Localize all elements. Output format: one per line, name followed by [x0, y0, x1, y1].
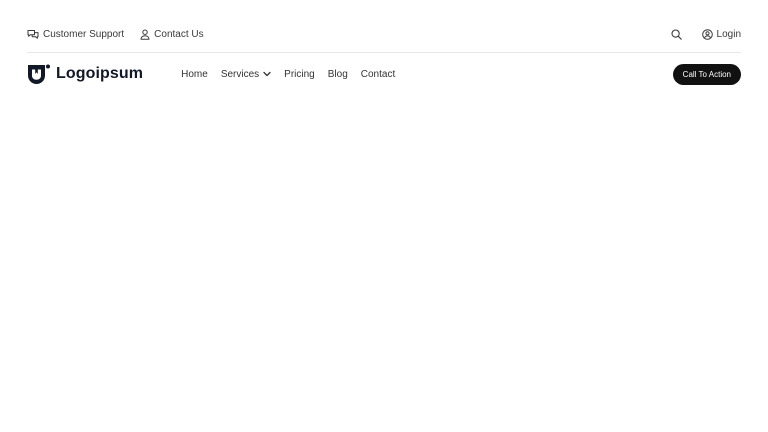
nav-item-home[interactable]: Home	[181, 69, 208, 80]
nav-item-label: Pricing	[284, 68, 315, 80]
header-divider	[27, 52, 741, 53]
nav-item-label: Blog	[327, 68, 348, 80]
top-bar-left: Customer Support Contact Us	[27, 29, 204, 40]
search-button[interactable]	[670, 28, 682, 40]
nav-item-services[interactable]: Services	[221, 69, 271, 80]
nav-item-label: Contact	[360, 68, 396, 80]
chevron-down-icon	[263, 71, 271, 77]
top-bar: Customer Support Contact Us Login	[27, 22, 741, 46]
user-icon	[140, 29, 150, 40]
main-nav: Home Services Pricing Blog Contact	[181, 69, 395, 80]
nav-item-contact[interactable]: Contact	[361, 69, 395, 80]
nav-item-blog[interactable]: Blog	[328, 69, 348, 80]
logo-text: Logoipsum	[56, 65, 144, 82]
login-label: Login	[716, 28, 741, 40]
nav-item-label: Home	[181, 68, 208, 80]
page: Customer Support Contact Us Login Logoip…	[0, 0, 768, 432]
nav-item-pricing[interactable]: Pricing	[284, 69, 315, 80]
login-link[interactable]: Login	[701, 28, 741, 40]
user-circle-icon	[701, 28, 713, 40]
logo[interactable]: Logoipsum	[27, 63, 143, 85]
nav-item-label: Services	[220, 68, 260, 80]
call-to-action-button[interactable]: Call To Action	[672, 63, 741, 85]
top-bar-right: Login	[670, 28, 741, 40]
search-icon	[670, 28, 682, 40]
contact-us-link[interactable]: Contact Us	[140, 28, 204, 40]
chat-bubbles-icon	[27, 29, 39, 39]
main-navbar: Logoipsum Home Services Pricing Blog Con…	[27, 60, 741, 88]
shield-logo-icon	[28, 64, 50, 84]
customer-support-link[interactable]: Customer Support	[27, 29, 124, 40]
customer-support-label: Customer Support	[43, 28, 125, 40]
contact-us-label: Contact Us	[154, 28, 204, 40]
